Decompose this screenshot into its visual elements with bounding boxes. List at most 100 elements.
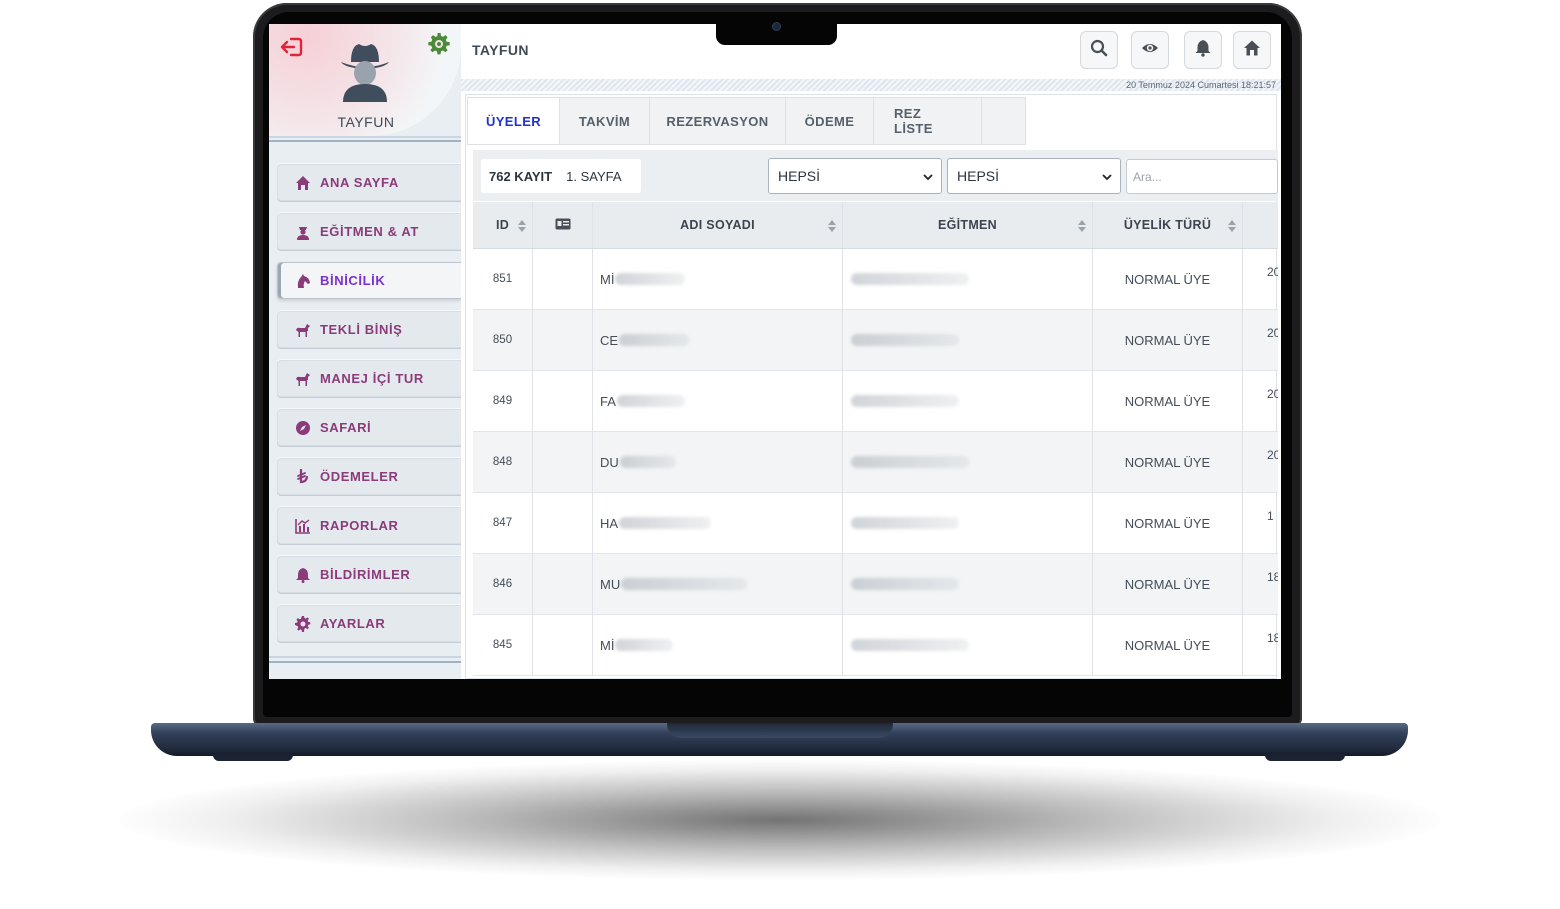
sidebar-item-label: AYARLAR xyxy=(320,616,386,631)
cell-name-text: FA xyxy=(600,393,616,409)
col-date[interactable] xyxy=(1243,202,1278,248)
cell-card xyxy=(533,493,593,553)
notifications-button[interactable] xyxy=(1184,31,1222,69)
sidebar-bottom-tabs xyxy=(275,674,461,679)
sidebar-item-bildirimler[interactable]: BİLDİRİMLER xyxy=(277,556,461,593)
tab-odeme[interactable]: ÖDEME xyxy=(786,97,874,145)
sidebar-item-label: MANEJ İÇİ TUR xyxy=(320,371,424,386)
cell-type: NORMAL ÜYE xyxy=(1093,615,1243,675)
cell-date: 20 xyxy=(1267,265,1278,279)
cell-name: CE xyxy=(593,310,843,370)
cell-name-text: CE xyxy=(600,332,619,348)
eye-icon xyxy=(1141,39,1159,62)
redacted-text xyxy=(619,517,712,529)
cell-instructor xyxy=(843,432,1093,492)
table-row[interactable]: 849 FA NORMAL ÜYE 20 xyxy=(473,371,1278,432)
tab-takvim[interactable]: TAKVİM xyxy=(560,97,650,145)
redacted-text xyxy=(851,517,959,529)
col-name[interactable]: ADI SOYADI xyxy=(593,202,843,248)
settings-gear-icon[interactable] xyxy=(427,32,451,56)
filter-select-1-value: HEPSİ xyxy=(778,168,821,184)
sidebar-item-tekli-binis[interactable]: TEKLİ BİNİŞ xyxy=(277,311,461,348)
sidebar-item-raporlar[interactable]: RAPORLAR xyxy=(277,507,461,544)
cell-name: MU xyxy=(593,554,843,614)
topbar: TAYFUN xyxy=(461,24,1281,79)
cell-name: Mİ xyxy=(593,249,843,309)
sidebar: TAYFUN ANA SAYFA EĞİTMEN & AT BİNİCİLİK … xyxy=(269,24,461,679)
cell-date: 18 xyxy=(1267,631,1278,645)
redacted-text xyxy=(621,578,748,590)
sidebar-menu: ANA SAYFA EĞİTMEN & AT BİNİCİLİK TEKLİ B… xyxy=(277,164,461,654)
cell-card xyxy=(533,432,593,492)
logout-icon[interactable] xyxy=(279,36,305,58)
cell-id: 849 xyxy=(473,371,533,431)
sidebar-item-label: TEKLİ BİNİŞ xyxy=(320,322,403,337)
laptop-foot-left xyxy=(213,754,293,761)
sidebar-item-label: EĞİTMEN & AT xyxy=(320,224,419,239)
tab-rezervasyon[interactable]: REZERVASYON xyxy=(650,97,786,145)
redacted-text xyxy=(616,395,685,407)
chevron-down-icon xyxy=(922,170,934,182)
redacted-text xyxy=(851,334,959,346)
members-table: ID ADI SOYADI EĞİTMEN ÜYELİK TÜRÜ 851 Mİ… xyxy=(473,202,1278,676)
sidebar-item-label: BİLDİRİMLER xyxy=(320,567,411,582)
col-id[interactable]: ID xyxy=(473,202,533,248)
redacted-text xyxy=(851,395,959,407)
record-count-value: 762 KAYIT xyxy=(489,168,553,184)
search-button[interactable] xyxy=(1080,31,1118,69)
filter-select-1[interactable]: HEPSİ xyxy=(768,158,942,194)
filter-select-2[interactable]: HEPSİ xyxy=(947,158,1121,194)
divider xyxy=(269,136,461,142)
horse-icon xyxy=(295,371,311,387)
table-row[interactable]: 847 HA NORMAL ÜYE 1 xyxy=(473,493,1278,554)
bell-icon xyxy=(1194,39,1212,62)
tab-uyeler[interactable]: ÜYELER xyxy=(467,97,560,145)
sidebar-item-binicilik[interactable]: BİNİCİLİK xyxy=(277,262,461,299)
sidebar-item-safari[interactable]: SAFARİ xyxy=(277,409,461,446)
sidebar-item-egitmen-at[interactable]: EĞİTMEN & AT xyxy=(277,213,461,250)
cell-instructor xyxy=(843,493,1093,553)
table-row[interactable]: 846 MU NORMAL ÜYE 18 xyxy=(473,554,1278,615)
cell-id: 845 xyxy=(473,615,533,675)
chevron-down-icon xyxy=(1101,170,1113,182)
home-button[interactable] xyxy=(1233,31,1271,69)
col-type[interactable]: ÜYELİK TÜRÜ xyxy=(1093,202,1243,248)
table-row[interactable]: 845 Mİ NORMAL ÜYE 18 xyxy=(473,615,1278,676)
redacted-text xyxy=(619,334,690,346)
table-row[interactable]: 850 CE NORMAL ÜYE 20 xyxy=(473,310,1278,371)
date-bar: 20 Temmuz 2024 Cumartesi 18:21:57 xyxy=(461,79,1281,91)
cell-name-text: HA xyxy=(600,515,619,531)
table-row[interactable]: 851 Mİ NORMAL ÜYE 20 xyxy=(473,249,1278,310)
laptop-shadow xyxy=(120,760,1440,880)
search-placeholder: Ara... xyxy=(1133,169,1162,184)
cell-type: NORMAL ÜYE xyxy=(1093,432,1243,492)
table-row[interactable]: 848 DU NORMAL ÜYE 20 xyxy=(473,432,1278,493)
col-instructor[interactable]: EĞİTMEN xyxy=(843,202,1093,248)
view-button[interactable] xyxy=(1131,31,1169,69)
cell-date: 20 xyxy=(1267,326,1278,340)
tab-rez-liste[interactable]: REZ LİSTE xyxy=(874,97,982,145)
cell-type: NORMAL ÜYE xyxy=(1093,310,1243,370)
lira-icon xyxy=(295,468,311,485)
redacted-text xyxy=(615,273,686,285)
tab-bar: ÜYELER TAKVİM REZERVASYON ÖDEME REZ LİST… xyxy=(467,97,1026,145)
redacted-text xyxy=(851,456,969,468)
col-card[interactable] xyxy=(533,202,593,248)
sidebar-item-odemeler[interactable]: ÖDEMELER xyxy=(277,458,461,495)
col-type-label: ÜYELİK TÜRÜ xyxy=(1123,218,1212,232)
sidebar-item-manej-ici-tur[interactable]: MANEJ İÇİ TUR xyxy=(277,360,461,397)
search-input[interactable]: Ara... xyxy=(1126,159,1278,194)
cell-date: 18 xyxy=(1267,570,1278,584)
tab-blank[interactable] xyxy=(982,97,1026,145)
sidebar-item-ana-sayfa[interactable]: ANA SAYFA xyxy=(277,164,461,201)
col-instructor-label: EĞİTMEN xyxy=(937,218,998,232)
filter-bar: 762 KAYIT 1. SAYFA HEPSİ HEPSİ Ara... xyxy=(473,150,1278,201)
cell-date: 20 xyxy=(1267,448,1278,462)
sidebar-item-ayarlar[interactable]: AYARLAR xyxy=(277,605,461,642)
instructor-icon xyxy=(295,224,311,240)
cell-instructor xyxy=(843,615,1093,675)
avatar xyxy=(335,38,395,102)
camera-icon xyxy=(773,23,780,30)
cell-name: Mİ xyxy=(593,615,843,675)
cell-instructor xyxy=(843,249,1093,309)
